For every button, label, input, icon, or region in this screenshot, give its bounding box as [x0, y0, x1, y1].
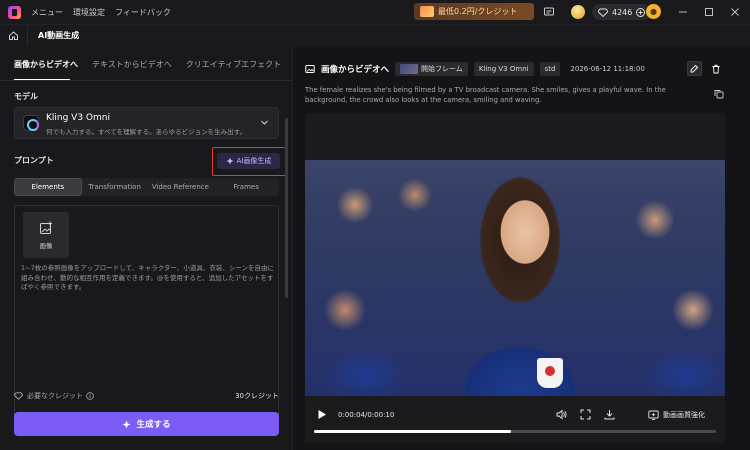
tab-frames[interactable]: Frames — [213, 178, 279, 196]
minimize-icon[interactable] — [675, 4, 691, 20]
mode-tabs: 画像からビデオへ テキストからビデオへ クリエイティブエフェクト — [14, 59, 281, 70]
menu-item-feedback[interactable]: フィードバック — [115, 7, 171, 18]
home-icon — [9, 31, 18, 40]
maximize-icon[interactable] — [701, 4, 717, 20]
progress-fill — [314, 430, 511, 433]
kling-model-icon — [23, 115, 39, 131]
playback-time: 0:00:04/0:00:10 — [338, 411, 395, 419]
left-panel: 画像からビデオへ テキストからビデオへ クリエイティブエフェクト モデル Kli… — [0, 46, 292, 450]
tab-elements[interactable]: Elements — [14, 178, 82, 196]
tab-text-to-video[interactable]: テキストからビデオへ — [92, 59, 172, 70]
title-bar: メニュー 環境設定 フィードバック 最低0.2円/クレジット 4246 ● — [0, 0, 750, 24]
progress-bar[interactable] — [314, 430, 716, 433]
download-icon[interactable] — [604, 409, 616, 421]
add-credit-icon[interactable] — [636, 7, 646, 17]
start-frame-thumbnail — [400, 64, 419, 74]
image-upload-button[interactable]: 画像 — [23, 212, 69, 258]
tab-ai-video[interactable]: AI動画生成 — [28, 25, 89, 47]
quality-chip: std — [539, 62, 561, 76]
menu-item-menu[interactable]: メニュー — [31, 7, 63, 18]
sparkle-icon — [226, 157, 234, 165]
prompt-sub-tabs: Elements Transformation Video Reference … — [14, 178, 279, 196]
jersey-emblem — [537, 358, 563, 388]
image-icon — [305, 65, 315, 73]
credit-balance[interactable]: 4246 — [592, 4, 652, 20]
required-credits-row: 必要なクレジット 30クレジット — [14, 390, 279, 402]
created-date: 2026-06-12 11:18:00 — [570, 65, 645, 73]
video-enhance-button[interactable]: 動画画質強化 — [648, 410, 705, 420]
ai-image-label: AI画像生成 — [236, 157, 272, 165]
user-avatar[interactable]: ● — [646, 4, 661, 19]
volume-icon[interactable] — [556, 409, 568, 421]
ai-image-generate-button[interactable]: AI画像生成 — [217, 153, 280, 169]
required-credits-value: 30クレジット — [235, 392, 279, 400]
prompt-section-label: プロンプト — [14, 156, 54, 165]
edit-button[interactable] — [687, 61, 702, 76]
tab-bar: AI動画生成 — [0, 24, 750, 47]
sparkle-icon — [122, 420, 131, 428]
upload-label: 画像 — [39, 241, 53, 250]
trash-icon — [712, 64, 719, 73]
add-image-icon — [40, 221, 52, 234]
model-chip: Kling V3 Omni — [473, 62, 534, 76]
model-name: Kling V3 Omni — [46, 113, 110, 123]
model-select[interactable]: Kling V3 Omni 何でも入力する。すべてを理解する。あらゆるビジョンを… — [14, 107, 279, 139]
menu-item-preferences[interactable]: 環境設定 — [73, 7, 105, 18]
edit-icon — [690, 64, 699, 73]
gift-icon — [420, 6, 434, 17]
model-section-label: モデル — [14, 92, 38, 101]
start-frame-label: 開始フレーム — [421, 65, 463, 73]
delete-button[interactable] — [708, 61, 723, 76]
home-button[interactable] — [0, 24, 28, 47]
result-title: 画像からビデオへ — [321, 65, 390, 75]
tab-video-reference[interactable]: Video Reference — [148, 178, 214, 196]
prompt-text: The female realizes she's being filmed b… — [305, 86, 666, 104]
promo-label: 最低0.2円/クレジット — [438, 7, 518, 16]
start-frame-chip: 開始フレーム — [395, 62, 468, 76]
chevron-down-icon — [260, 118, 269, 130]
tab-transformation[interactable]: Transformation — [82, 178, 148, 196]
required-credits-label: 必要なクレジット — [27, 392, 83, 400]
elements-hint-text: 1~7枚の参照画像をアップロードして、キャラクター、小道具、衣装、シーンを自由に… — [21, 264, 275, 291]
enhance-icon — [648, 410, 659, 420]
video-preview[interactable] — [305, 113, 725, 443]
generate-label: 生成する — [136, 420, 171, 430]
copy-icon[interactable] — [714, 89, 726, 101]
diamond-icon — [598, 8, 608, 17]
video-player-controls: 0:00:04/0:00:10 動画画質強化 — [305, 406, 725, 442]
info-icon[interactable] — [86, 392, 94, 400]
video-frame-image — [305, 160, 725, 396]
credit-balance-value: 4246 — [612, 7, 633, 17]
diamond-icon — [14, 392, 23, 400]
tab-image-to-video[interactable]: 画像からビデオへ — [14, 59, 78, 70]
coin-icon[interactable] — [571, 5, 585, 19]
message-icon[interactable] — [542, 5, 555, 18]
divider — [0, 80, 292, 81]
model-description: 何でも入力する。すべてを理解する。あらゆるビジョンを生み出す。 — [46, 128, 247, 136]
fullscreen-icon[interactable] — [580, 409, 592, 421]
right-panel: 画像からビデオへ 開始フレーム Kling V3 Omni std 2026-0… — [292, 46, 750, 450]
close-icon[interactable] — [727, 4, 743, 20]
play-icon — [318, 410, 326, 419]
play-button[interactable] — [317, 409, 329, 421]
tab-creative-effects[interactable]: クリエイティブエフェクト — [186, 59, 281, 70]
scrollbar[interactable] — [285, 118, 288, 298]
ai-image-highlight: AI画像生成 — [212, 147, 286, 176]
video-enhance-label: 動画画質強化 — [663, 411, 705, 419]
app-logo-icon — [8, 5, 21, 19]
promo-banner[interactable]: 最低0.2円/クレジット — [414, 3, 534, 20]
generate-button[interactable]: 生成する — [14, 412, 279, 436]
result-header: 画像からビデオへ 開始フレーム Kling V3 Omni std 2026-0… — [305, 62, 645, 76]
